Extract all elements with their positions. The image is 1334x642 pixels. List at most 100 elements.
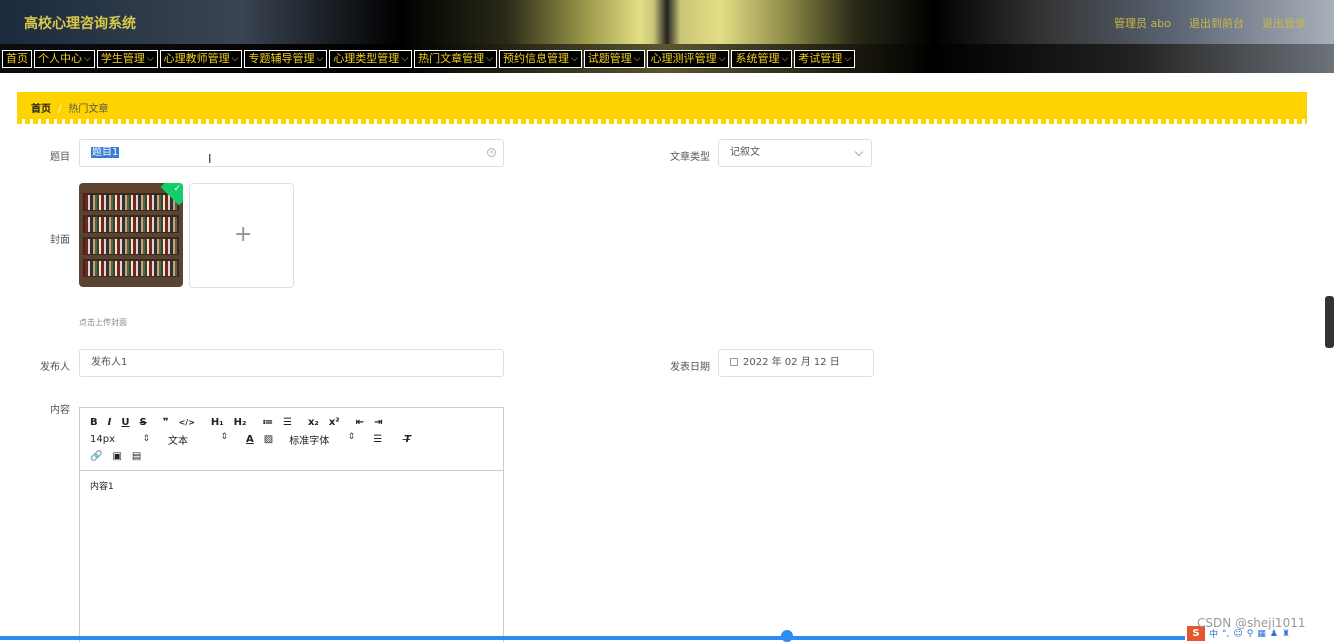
title-label: 题目 — [50, 152, 70, 163]
image-icon[interactable]: ▣ — [112, 451, 121, 462]
align-icon[interactable]: ☰ — [373, 434, 382, 445]
breadcrumb-current: 热门文章 — [68, 104, 109, 115]
blockquote-button[interactable]: ❞ — [163, 417, 169, 428]
chevron-down-icon: ⌵ — [781, 54, 789, 64]
book-row — [85, 217, 177, 232]
code-block-button[interactable]: </> — [179, 418, 195, 427]
breadcrumb: 首页 / 热门文章 — [17, 92, 1307, 119]
chevron-down-icon — [854, 147, 864, 157]
keyboard-icon[interactable]: ▦ — [1257, 629, 1266, 639]
rich-text-editor: B I U S ❞ </> H₁ H₂ ≔ ☰ x₂ x² ⇤ ⇥ 14px ⇕ … — [79, 407, 504, 642]
publisher-input[interactable]: 发布人1 — [79, 349, 504, 377]
nav-item-topic-counseling[interactable]: 专题辅导管理 ⌵ — [244, 50, 328, 68]
nav-item-assessment[interactable]: 心理测评管理 ⌵ — [646, 50, 730, 68]
clear-format-icon[interactable]: T̶ — [404, 434, 411, 445]
heading1-button[interactable]: H₁ — [211, 417, 224, 428]
chevron-down-icon: ⌵ — [486, 54, 493, 64]
editor-content[interactable]: 内容1 — [80, 471, 503, 500]
chevron-down-icon: ⌵ — [718, 54, 726, 64]
text-cursor-icon: I — [208, 152, 212, 166]
font-color-icon[interactable]: A — [246, 434, 254, 445]
page-scrollbar[interactable] — [1325, 296, 1334, 348]
progress-bar — [0, 636, 1185, 640]
bullet-list-button[interactable]: ☰ — [283, 417, 292, 428]
publish-date-label: 发表日期 — [670, 362, 710, 373]
article-type-select[interactable]: 记叙文 — [718, 139, 872, 167]
punctuation-icon[interactable]: °, — [1222, 629, 1229, 639]
microphone-icon[interactable]: ⚲ — [1247, 629, 1254, 639]
check-icon: ✓ — [173, 184, 181, 194]
breadcrumb-separator: / — [58, 104, 62, 115]
nav-item-hot-articles[interactable]: 热门文章管理 ⌵ — [414, 50, 497, 68]
cover-hint: 点击上传封面 — [79, 318, 127, 327]
font-size-value: 14px — [90, 434, 115, 445]
font-size-select[interactable]: 14px ⇕ — [90, 434, 150, 445]
strike-button[interactable]: S — [139, 417, 146, 428]
nav-item-students[interactable]: 学生管理 ⌵ — [96, 50, 158, 68]
nav-item-questions[interactable]: 试题管理 ⌵ — [583, 50, 645, 68]
text-type-select[interactable]: 文本 ⇕ — [168, 432, 228, 447]
indent-button[interactable]: ⇥ — [374, 417, 382, 428]
book-row — [85, 195, 177, 210]
outdent-button[interactable]: ⇤ — [356, 417, 364, 428]
chevron-down-icon: ⌵ — [316, 54, 324, 64]
editor-toolbar-row: 14px ⇕ 文本 ⇕ A ▨ 标准字体 ⇕ ☰ T̶ — [90, 431, 493, 448]
publish-date-picker[interactable]: 2022 年 02 月 12 日 — [718, 349, 874, 377]
editor-toolbar: B I U S ❞ </> H₁ H₂ ≔ ☰ x₂ x² ⇤ ⇥ 14px ⇕ … — [80, 408, 503, 471]
breadcrumb-home[interactable]: 首页 — [31, 104, 51, 115]
text-type-value: 文本 — [168, 436, 188, 447]
italic-button[interactable]: I — [108, 417, 112, 428]
underline-button[interactable]: U — [121, 417, 129, 428]
chevron-down-icon: ⌵ — [844, 54, 852, 64]
updown-icon: ⇕ — [347, 432, 356, 442]
title-input[interactable]: 题目1 I × — [79, 139, 504, 167]
emoji-icon[interactable]: ☺ — [1233, 629, 1242, 639]
heading2-button[interactable]: H₂ — [234, 417, 247, 428]
calendar-icon — [730, 358, 738, 366]
logout-link[interactable]: 退出登录 — [1262, 15, 1306, 31]
chevron-down-icon: ⌵ — [84, 54, 91, 64]
ordered-list-button[interactable]: ≔ — [262, 417, 273, 428]
clear-icon[interactable]: × — [487, 148, 496, 157]
link-icon[interactable]: 🔗 — [90, 451, 102, 462]
video-icon[interactable]: ▤ — [132, 451, 141, 462]
nav-item-home[interactable]: 首页 — [2, 50, 32, 68]
skin-icon[interactable]: ♟ — [1270, 629, 1278, 639]
article-type-value: 记叙文 — [730, 147, 760, 158]
superscript-button[interactable]: x² — [329, 417, 340, 428]
font-family-select[interactable]: 标准字体 ⇕ — [289, 432, 355, 447]
back-to-front-link[interactable]: 退出到前台 — [1189, 15, 1244, 31]
book-row — [85, 239, 177, 254]
progress-knob[interactable] — [781, 630, 793, 642]
chevron-down-icon: ⌵ — [146, 54, 154, 64]
app-title: 高校心理咨询系统 — [24, 16, 136, 32]
publish-date-value: 2022 年 02 月 12 日 — [743, 357, 840, 368]
editor-toolbar-row: 🔗 ▣ ▤ — [90, 448, 493, 465]
header: 高校心理咨询系统 管理员 abo 退出到前台 退出登录 — [0, 0, 1334, 44]
app-root: 高校心理咨询系统 管理员 abo 退出到前台 退出登录 首页 个人中心 ⌵ 学生管… — [0, 0, 1334, 642]
nav-item-exams[interactable]: 考试管理 ⌵ — [794, 50, 856, 68]
cover-image[interactable]: ✓ — [79, 183, 183, 287]
cover-label: 封面 — [50, 235, 70, 246]
updown-icon: ⇕ — [142, 434, 150, 444]
publisher-input-value: 发布人1 — [91, 357, 128, 368]
plus-icon: + — [234, 222, 253, 247]
shirt-icon[interactable]: ♜ — [1282, 629, 1290, 639]
upload-cover-button[interactable]: + — [189, 183, 294, 288]
background-color-icon[interactable]: ▨ — [264, 434, 273, 445]
editor-toolbar-row: B I U S ❞ </> H₁ H₂ ≔ ☰ x₂ x² ⇤ ⇥ — [90, 414, 493, 431]
chevron-down-icon: ⌵ — [231, 54, 239, 64]
title-input-value: 题目1 — [91, 147, 120, 158]
book-row — [85, 261, 177, 276]
main-nav: 首页 个人中心 ⌵ 学生管理 ⌵ 心理教师管理 ⌵ 专题辅导管理 ⌵ 心理类型管理 ⌵ 热… — [2, 50, 856, 68]
nav-item-appointments[interactable]: 预约信息管理 ⌵ — [498, 50, 582, 68]
chevron-down-icon: ⌵ — [401, 54, 409, 64]
chevron-down-icon: ⌵ — [633, 54, 641, 64]
nav-item-system[interactable]: 系统管理 ⌵ — [731, 50, 793, 68]
nav-item-psych-types[interactable]: 心理类型管理 ⌵ — [329, 50, 413, 68]
font-family-value: 标准字体 — [289, 436, 330, 447]
subscript-button[interactable]: x₂ — [308, 417, 319, 428]
nav-item-teachers[interactable]: 心理教师管理 ⌵ — [159, 50, 243, 68]
bold-button[interactable]: B — [90, 417, 98, 428]
nav-item-personal-center[interactable]: 个人中心 ⌵ — [34, 50, 95, 68]
